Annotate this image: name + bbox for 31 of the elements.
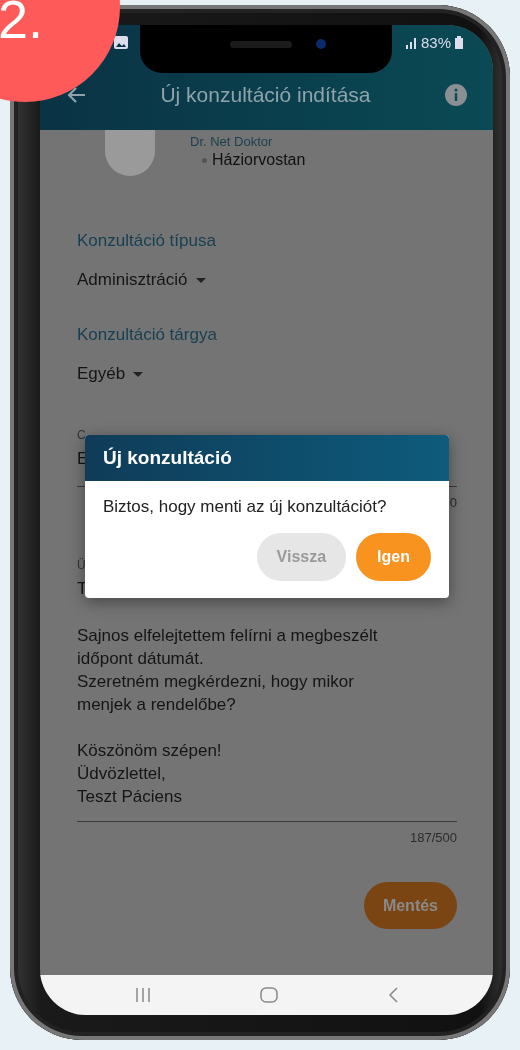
back-button[interactable]: Vissza bbox=[256, 533, 347, 581]
save-button[interactable]: Mentés bbox=[363, 882, 457, 929]
battery-percent: 83% bbox=[420, 34, 451, 51]
speaker-grille bbox=[230, 41, 292, 48]
dropdown[interactable]: Egyéb bbox=[77, 363, 144, 385]
field-label: C bbox=[77, 427, 86, 443]
battery-icon bbox=[455, 36, 463, 49]
recent-apps-icon[interactable] bbox=[134, 988, 151, 1002]
step-number: 2. bbox=[0, 0, 44, 44]
char-counter: 187/500 bbox=[410, 830, 457, 846]
select-label: Konzultáció típusa bbox=[77, 230, 216, 252]
dialog-message: Biztos, hogy menti az új konzultációt? bbox=[102, 496, 388, 517]
confirm-button[interactable]: Igen bbox=[356, 533, 431, 581]
select-label: Konzultáció tárgya bbox=[77, 324, 217, 346]
back-icon[interactable] bbox=[388, 987, 399, 1003]
char-counter: 0 bbox=[449, 495, 457, 511]
bullet-icon bbox=[202, 157, 207, 163]
doctor-specialty: Háziorvostan bbox=[212, 150, 306, 170]
field-label: Ü bbox=[77, 557, 86, 573]
camera-icon bbox=[316, 39, 326, 49]
home-icon[interactable] bbox=[260, 987, 279, 1003]
page-title: Új konzultáció indítása bbox=[160, 83, 371, 107]
image-icon bbox=[114, 36, 128, 49]
doctor-name: Dr. Net Doktor bbox=[190, 134, 274, 150]
back-arrow-icon[interactable] bbox=[66, 86, 86, 104]
message-field[interactable]: Sajnos elfelejtettem felírni a megbeszélt időpont dátumát. Szeretném megkérdezni, hogy mikor menjek a rendelőbe? Köszönöm szépen! Üdvözlettel, Teszt Páciens bbox=[77, 600, 457, 822]
dialog-title: Új konzultáció bbox=[103, 447, 232, 469]
dropdown[interactable]: Adminisztráció bbox=[77, 269, 206, 291]
caret-icon bbox=[133, 371, 144, 377]
caret-icon bbox=[195, 277, 206, 283]
info-icon[interactable] bbox=[445, 84, 467, 106]
